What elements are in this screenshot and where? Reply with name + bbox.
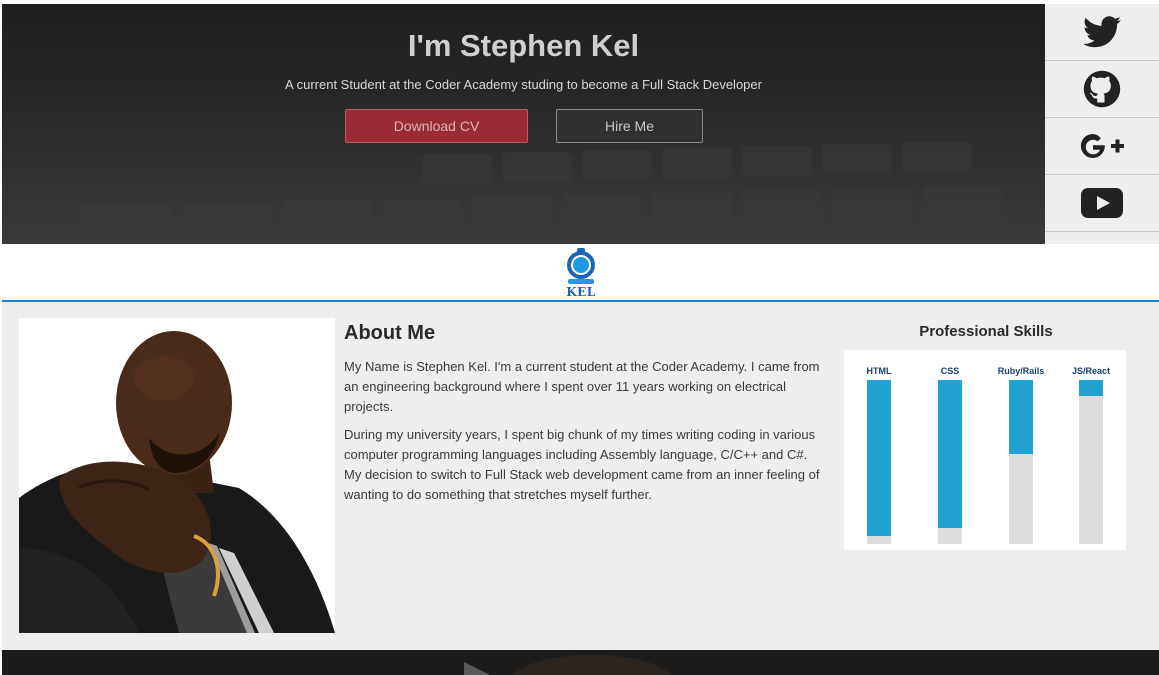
about-paragraph-2: During my university years, I spent big … <box>344 427 820 502</box>
skill-js-react: JS/React <box>1061 366 1121 544</box>
skill-css: CSS <box>920 366 980 544</box>
skill-ruby-rails: Ruby/Rails <box>991 366 1051 544</box>
skill-track <box>938 380 962 544</box>
skill-label: JS/React <box>1071 366 1111 376</box>
hero-banner: I'm Stephen Kel A current Student at the… <box>2 4 1045 244</box>
skill-fill <box>1009 380 1033 454</box>
social-links <box>1045 4 1159 244</box>
skills-title: Professional Skills <box>919 323 1053 340</box>
profile-photo <box>19 318 335 633</box>
google-plus-icon <box>1080 133 1124 158</box>
video-section-preview <box>2 650 1159 675</box>
skill-fill <box>938 380 962 528</box>
twitter-link[interactable] <box>1045 4 1159 61</box>
skill-label: CSS <box>940 366 960 376</box>
logo-strip: KEL <box>2 244 1159 302</box>
skill-fill <box>1079 380 1103 397</box>
twitter-icon <box>1083 16 1121 48</box>
skill-label: Ruby/Rails <box>997 366 1045 376</box>
download-cv-button[interactable]: Download CV <box>345 109 528 143</box>
hero-title: I'm Stephen Kel <box>407 28 640 63</box>
skill-track <box>867 380 891 544</box>
google-plus-link[interactable] <box>1045 118 1159 175</box>
skill-track <box>1009 380 1033 544</box>
about-heading: About Me <box>344 322 436 344</box>
skills-chart: HTML CSS Ruby/Rails JS/React <box>844 350 1126 550</box>
play-icon <box>2 650 1159 675</box>
hero-subtitle: A current Student at the Coder Academy s… <box>285 77 762 92</box>
person-photo-illustration <box>19 331 335 633</box>
skill-label: HTML <box>866 366 892 376</box>
youtube-icon <box>1081 188 1123 218</box>
youtube-link[interactable] <box>1045 175 1159 232</box>
logo-text: KEL <box>566 285 596 299</box>
github-link[interactable] <box>1045 61 1159 118</box>
skill-html: HTML <box>849 366 909 544</box>
skill-fill <box>867 380 891 536</box>
about-paragraph-1: My Name is Stephen Kel. I'm a current st… <box>344 359 820 414</box>
hire-me-button[interactable]: Hire Me <box>556 109 703 143</box>
page: I'm Stephen Kel A current Student at the… <box>0 0 1159 675</box>
about-section: About Me My Name is Stephen Kel. I'm a c… <box>2 302 1159 650</box>
logo-ring-icon <box>567 248 595 284</box>
github-icon <box>1083 70 1121 108</box>
skill-track <box>1079 380 1103 544</box>
site-logo[interactable]: KEL <box>562 248 600 300</box>
about-me: About Me My Name is Stephen Kel. I'm a c… <box>344 322 820 513</box>
